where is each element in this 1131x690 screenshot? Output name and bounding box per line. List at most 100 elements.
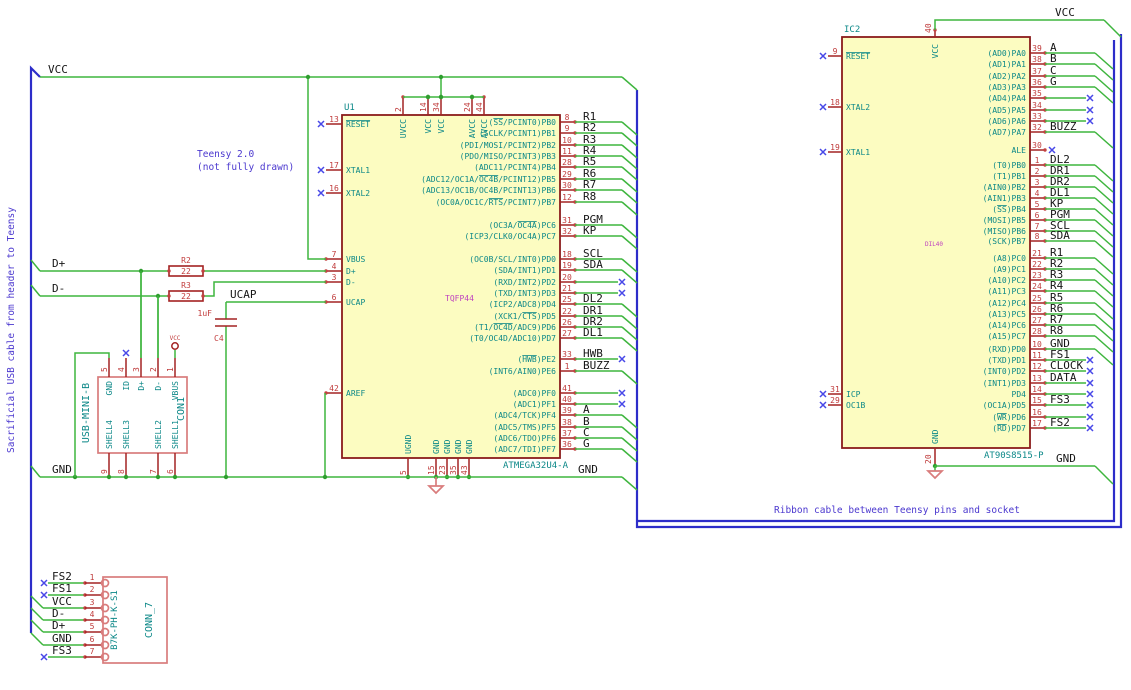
bus-entry[interactable] bbox=[621, 235, 638, 250]
bus-entry[interactable] bbox=[621, 132, 638, 147]
bus-entry[interactable] bbox=[621, 224, 638, 239]
pin-name: (T0)PB0 bbox=[992, 161, 1026, 170]
component-ref[interactable]: IC2 bbox=[844, 25, 860, 35]
resistor-value[interactable]: 22 bbox=[181, 267, 191, 276]
pin-name: (ADC0)PF0 bbox=[513, 389, 557, 398]
vcc-power-symbol bbox=[171, 342, 179, 350]
capacitor-value[interactable]: 1uF bbox=[198, 309, 213, 318]
bus-entry[interactable] bbox=[1094, 348, 1114, 366]
bus-entry[interactable] bbox=[621, 448, 638, 463]
no-connect-icon bbox=[1086, 413, 1094, 421]
bus-entry[interactable] bbox=[30, 607, 44, 621]
pin-number: 12 bbox=[562, 193, 572, 202]
net-label[interactable]: VCC bbox=[1055, 6, 1075, 19]
bus-entry[interactable] bbox=[621, 155, 638, 170]
pin-number: 6 bbox=[90, 635, 95, 644]
component-ref: CONN_7 bbox=[144, 602, 155, 638]
bus-entry[interactable] bbox=[621, 426, 638, 441]
pin-name: (INT6/AIN0)PE6 bbox=[489, 367, 557, 376]
pin-name: (ADC4/TCK)PF4 bbox=[493, 411, 556, 420]
net-label[interactable]: D- bbox=[52, 282, 65, 295]
left-bus[interactable] bbox=[29, 65, 41, 633]
pin-name: (AD0)PA0 bbox=[987, 49, 1026, 58]
bus-entry[interactable] bbox=[621, 189, 638, 204]
pin-number: 15 bbox=[427, 465, 436, 475]
bus-entry[interactable] bbox=[621, 437, 638, 452]
net-label[interactable]: SDA bbox=[583, 258, 603, 271]
resistor-value[interactable]: 22 bbox=[181, 292, 191, 301]
component-package[interactable]: TQFP44 bbox=[445, 294, 474, 303]
bus-entry[interactable] bbox=[1094, 240, 1114, 258]
bus-entry[interactable] bbox=[30, 465, 41, 478]
pin-name: (ADC5/TMS)PF5 bbox=[493, 423, 556, 432]
net-label[interactable]: FS1 bbox=[52, 582, 72, 595]
resistor-ref[interactable]: R3 bbox=[181, 281, 191, 290]
net-label[interactable]: FS2 bbox=[1050, 416, 1070, 429]
pin-name: UGND bbox=[404, 435, 413, 454]
gnd-symbol bbox=[925, 470, 945, 480]
net-label[interactable]: GND bbox=[578, 463, 598, 476]
bus-entry[interactable] bbox=[621, 258, 638, 273]
bus-entry[interactable] bbox=[1103, 19, 1122, 38]
bus-entry[interactable] bbox=[30, 619, 44, 633]
net-label[interactable]: BUZZ bbox=[583, 359, 610, 372]
bus-entry[interactable] bbox=[621, 144, 638, 159]
net-label[interactable]: DATA bbox=[1050, 371, 1077, 384]
bus-entry[interactable] bbox=[1094, 131, 1114, 149]
bus-entry[interactable] bbox=[621, 121, 638, 136]
bus-entry[interactable] bbox=[621, 326, 638, 341]
bus-entry[interactable] bbox=[621, 337, 638, 352]
net-label[interactable]: FS3 bbox=[1050, 393, 1070, 406]
bus-entry[interactable] bbox=[621, 166, 638, 181]
bus-entry[interactable] bbox=[621, 315, 638, 330]
net-label[interactable]: D+ bbox=[52, 619, 66, 632]
net-label[interactable]: SDA bbox=[1050, 229, 1070, 242]
net-label[interactable]: G bbox=[1050, 75, 1057, 88]
pin-name: GND bbox=[931, 429, 940, 444]
net-label[interactable]: GND bbox=[1056, 452, 1076, 465]
net-label[interactable]: FS3 bbox=[52, 644, 72, 657]
net-label[interactable]: R8 bbox=[583, 190, 596, 203]
pin-name: (TXD/INT3)PD3 bbox=[493, 289, 556, 298]
bus-entry[interactable] bbox=[621, 269, 638, 284]
pin-name: (OC0B/SCL/INT0)PD0 bbox=[469, 255, 556, 264]
net-label[interactable]: BUZZ bbox=[1050, 120, 1077, 133]
bus-entry[interactable] bbox=[30, 284, 41, 297]
pin-number: 36 bbox=[1032, 78, 1042, 87]
net-label[interactable]: KP bbox=[583, 224, 597, 237]
teensy-note-title[interactable]: Teensy 2.0 bbox=[197, 149, 254, 160]
net-label[interactable]: UCAP bbox=[230, 288, 257, 301]
component-part[interactable]: ATMEGA32U4-A bbox=[503, 461, 569, 471]
bus-entry[interactable] bbox=[621, 201, 638, 216]
no-connect-icon bbox=[317, 189, 325, 197]
pin-number: 29 bbox=[830, 396, 840, 405]
bus-entry[interactable] bbox=[621, 370, 638, 385]
resistor-ref[interactable]: R2 bbox=[181, 256, 191, 265]
net-label[interactable]: VCC bbox=[48, 63, 68, 76]
net-label[interactable]: GND bbox=[52, 463, 72, 476]
bus-entry[interactable] bbox=[621, 178, 638, 193]
pin-number: 32 bbox=[562, 227, 572, 236]
left-margin-note[interactable]: Sacrificial USB cable from header to Tee… bbox=[6, 207, 17, 453]
wire[interactable] bbox=[203, 281, 326, 297]
net-label[interactable]: D+ bbox=[52, 257, 66, 270]
ribbon-cable-note[interactable]: Ribbon cable between Teensy pins and soc… bbox=[774, 505, 1020, 516]
bus-entry[interactable] bbox=[621, 303, 638, 318]
capacitor-ref[interactable]: C4 bbox=[214, 334, 224, 343]
bus-entry[interactable] bbox=[30, 632, 44, 646]
wire[interactable] bbox=[934, 19, 1104, 30]
component-ref[interactable]: U1 bbox=[344, 103, 355, 113]
net-label[interactable]: R8 bbox=[1050, 324, 1063, 337]
net-label[interactable]: DL1 bbox=[583, 326, 603, 339]
teensy-note-subtitle[interactable]: (not fully drawn) bbox=[197, 162, 294, 173]
bus-entry[interactable] bbox=[30, 259, 41, 272]
component-part[interactable]: AT90S8515-P bbox=[984, 451, 1044, 461]
pin-name: ICP bbox=[846, 390, 861, 399]
bus-entry[interactable] bbox=[621, 414, 638, 429]
pin-number: 11 bbox=[562, 147, 572, 156]
bus-entry[interactable] bbox=[621, 76, 638, 91]
net-label[interactable]: G bbox=[583, 437, 590, 450]
bus-entry[interactable] bbox=[621, 476, 638, 491]
component-package[interactable]: DIL40 bbox=[925, 241, 943, 248]
bus-entry[interactable] bbox=[1094, 465, 1114, 485]
